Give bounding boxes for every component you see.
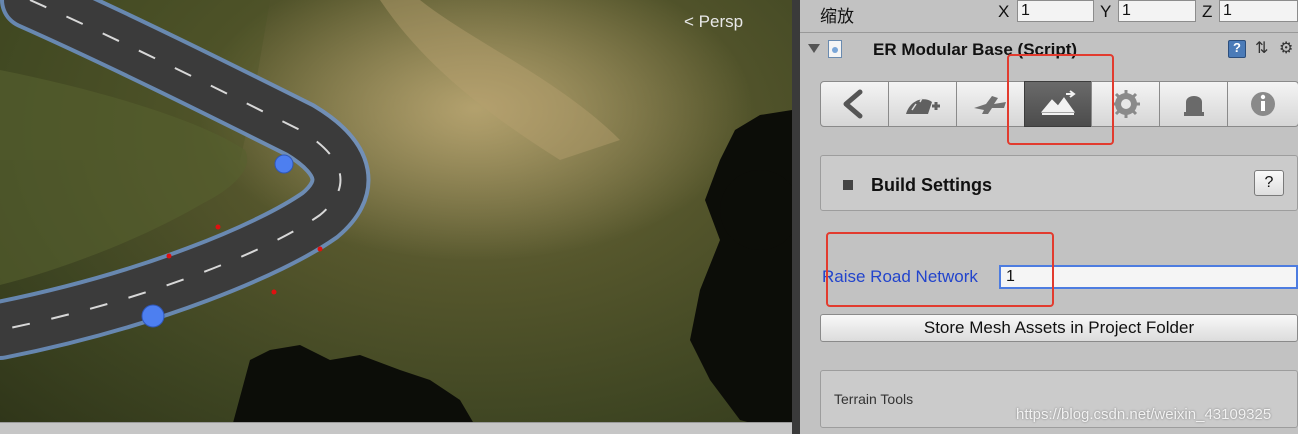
scale-x-label[interactable]: X: [998, 2, 1009, 22]
section-bullet-icon: [843, 180, 853, 190]
build-settings-title: Build Settings: [871, 175, 992, 195]
connection-icon: [974, 96, 1007, 114]
raise-road-network-label[interactable]: Raise Road Network: [822, 267, 978, 287]
add-road-tab[interactable]: [887, 81, 957, 127]
preset-icon[interactable]: ⇅: [1255, 40, 1273, 58]
perspective-chevron-icon: <: [684, 12, 694, 31]
info-icon: [1251, 92, 1276, 116]
tools-icon: [1183, 96, 1204, 116]
scale-z-label[interactable]: Z: [1202, 2, 1212, 22]
settings-tab[interactable]: [1091, 81, 1161, 127]
tool-tabs: [820, 81, 1298, 127]
inspector-panel: 缩放 X 1 Y 1 Z 1 ER Modular Base (Script) …: [800, 0, 1298, 434]
road-control-point[interactable]: [141, 304, 165, 328]
marker-point[interactable]: [271, 289, 277, 295]
scale-label: 缩放: [820, 7, 854, 26]
back-tab[interactable]: [820, 81, 889, 127]
scale-row: 缩放 X 1 Y 1 Z 1: [800, 0, 1298, 26]
terrain-tools-title: Terrain Tools: [834, 391, 914, 407]
road-control-point[interactable]: [274, 154, 294, 174]
scene-canvas[interactable]: [0, 0, 792, 434]
connection-tab[interactable]: [955, 81, 1025, 127]
help-button[interactable]: ?: [1254, 170, 1284, 196]
terrain-build-icon: [1040, 90, 1076, 115]
marker-point[interactable]: [215, 224, 221, 230]
foldout-arrow-icon[interactable]: [808, 44, 820, 53]
scale-y-label[interactable]: Y: [1100, 2, 1111, 22]
scale-x-field[interactable]: 1: [1017, 0, 1094, 22]
component-header[interactable]: ER Modular Base (Script) ⇅ ⚙: [800, 32, 1298, 66]
raise-road-network-field[interactable]: 1: [999, 265, 1298, 289]
scene-view[interactable]: < Persp: [0, 0, 792, 434]
perspective-text: Persp: [698, 12, 744, 31]
gear-icon: [1111, 90, 1140, 118]
tools-tab[interactable]: [1159, 81, 1229, 127]
perspective-label[interactable]: < Persp: [684, 12, 743, 32]
marker-point[interactable]: [317, 246, 323, 252]
watermark-text: https://blog.csdn.net/weixin_43109325: [1016, 406, 1272, 423]
scale-y-field[interactable]: 1: [1118, 0, 1196, 22]
build-terrain-tab[interactable]: [1023, 81, 1093, 127]
gear-icon[interactable]: ⚙: [1279, 40, 1297, 58]
marker-point[interactable]: [166, 253, 172, 259]
info-tab[interactable]: [1227, 81, 1298, 127]
scale-z-field[interactable]: 1: [1219, 0, 1298, 22]
store-mesh-assets-button[interactable]: Store Mesh Assets in Project Folder: [820, 314, 1298, 342]
component-title: ER Modular Base (Script): [873, 40, 1078, 59]
scene-bottom-strip: [0, 422, 792, 434]
road-add-icon: [906, 97, 941, 114]
build-settings-section: Build Settings ?: [820, 155, 1298, 211]
panel-splitter[interactable]: [792, 0, 800, 434]
help-book-icon[interactable]: [1228, 40, 1246, 58]
script-icon: [828, 40, 842, 58]
back-arrow-icon: [843, 89, 863, 119]
